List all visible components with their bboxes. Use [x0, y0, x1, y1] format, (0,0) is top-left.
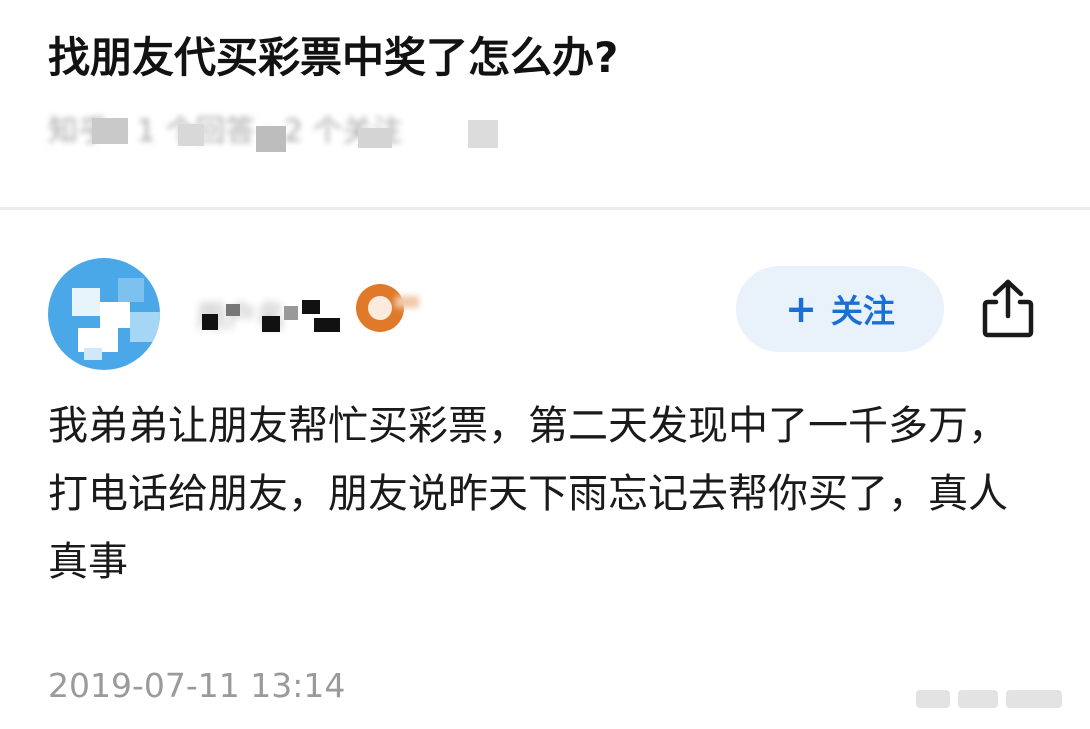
name-mosaic: [314, 318, 340, 332]
name-mosaic: [262, 316, 280, 332]
author-avatar[interactable]: [48, 258, 160, 370]
follow-label: 关注: [830, 292, 895, 330]
mosaic-block: [178, 124, 204, 146]
share-icon: [982, 279, 1034, 338]
plus-icon: +: [785, 287, 817, 331]
answer-timestamp: 2019-07-11 13:14: [48, 666, 346, 705]
watermark: [916, 686, 1076, 712]
answer-content: 我弟弟让朋友帮忙买彩票，第二天发现中了一千多万，打电话给朋友，朋友说昨天下雨忘记…: [48, 403, 1008, 585]
mosaic-block: [468, 120, 498, 148]
follow-button[interactable]: + 关注: [736, 266, 944, 352]
mosaic-block: [256, 126, 286, 152]
badge-inner: [368, 296, 392, 320]
mosaic-block: [92, 118, 128, 144]
avatar-mosaic: [100, 302, 130, 328]
badge-mosaic: [395, 296, 419, 308]
name-mosaic: [284, 306, 298, 320]
section-divider: [0, 207, 1090, 210]
mosaic-block: [358, 128, 392, 148]
avatar-mosaic: [118, 278, 144, 302]
watermark-block: [1006, 690, 1062, 708]
watermark-block: [958, 690, 998, 708]
watermark-block: [916, 690, 950, 708]
author-badge-icon: [356, 284, 404, 332]
author-name[interactable]: 用户名: [196, 296, 346, 340]
share-button[interactable]: [978, 276, 1038, 340]
question-title: 找朋友代买彩票中奖了怎么办?: [48, 33, 619, 82]
name-mosaic: [226, 304, 240, 316]
name-mosaic: [202, 314, 218, 330]
avatar-mosaic: [72, 288, 100, 316]
question-meta: 知乎 · 1 个回答 · 2 个关注: [48, 112, 508, 152]
name-mosaic: [302, 300, 320, 314]
avatar-mosaic: [130, 312, 160, 342]
avatar-mosaic: [84, 348, 102, 360]
